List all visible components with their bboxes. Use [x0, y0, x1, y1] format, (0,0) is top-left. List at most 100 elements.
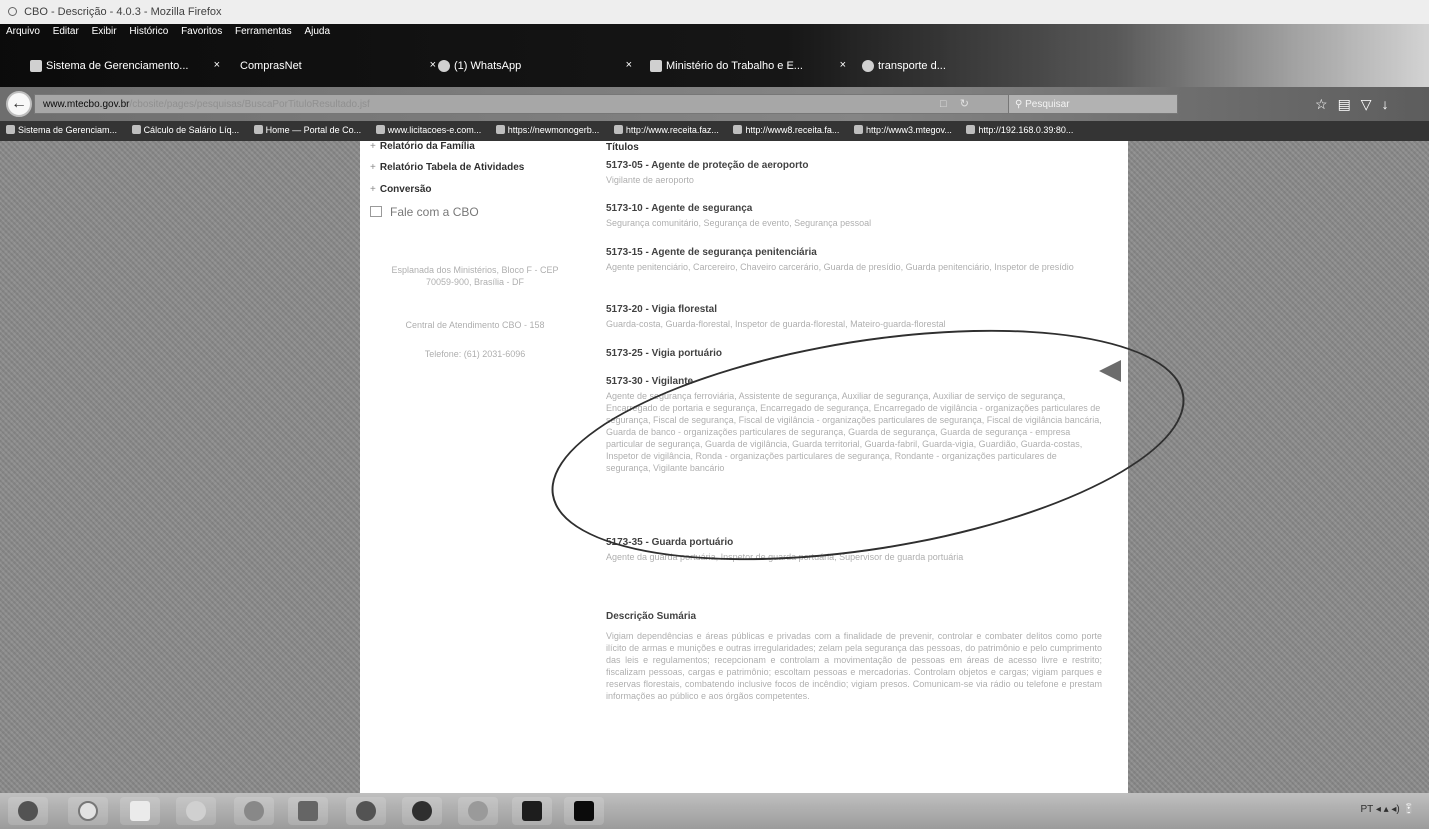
bookmark-favicon-icon [253, 125, 263, 134]
bookmark-favicon-icon [131, 125, 141, 134]
title-name: 5173-25 - Vigia portuário [606, 348, 722, 359]
titulos-heading: Títulos [606, 142, 639, 153]
taskbar-media[interactable] [176, 797, 216, 825]
bookmark-label: http://192.168.0.39:80... [978, 125, 1074, 135]
link-conversao[interactable]: Conversão [370, 184, 432, 195]
menu-arquivo[interactable]: Arquivo [6, 26, 40, 37]
bookmark-label: Sistema de Gerenciam... [18, 125, 118, 135]
folder-icon [130, 801, 150, 821]
phone-text: Telefone: (61) 2031-6096 [424, 349, 526, 359]
cbo-page: Relatório da Família Relatório Tabela de… [360, 141, 1128, 793]
download-icon[interactable]: ↓ [1382, 96, 1399, 112]
bookmark-label: http://www.receita.faz... [625, 125, 719, 135]
menu-editar[interactable]: Editar [53, 26, 79, 37]
taskbar: PT ◂ ▴ ◂) 🔋 [0, 793, 1429, 829]
taskbar-photos[interactable] [512, 797, 552, 825]
taskbar-explorer[interactable] [120, 797, 160, 825]
title-item: 5173-25 - Vigia portuário [606, 348, 1102, 362]
tab-label: Sistema de Gerenciamento... [46, 60, 189, 72]
tab-sistema[interactable]: Sistema de Gerenciamento... × [20, 52, 228, 80]
bookmark-item[interactable]: http://192.168.0.39:80... [966, 125, 1073, 135]
tab-label: ComprasNet [240, 60, 302, 72]
reader-icon[interactable]: □ [940, 98, 947, 110]
tab-label: Ministério do Trabalho e E... [666, 60, 803, 72]
chat-icon [370, 206, 382, 217]
bookmark-label: https://newmonogerb... [507, 125, 600, 135]
bookmark-label: http://www8.receita.fa... [745, 125, 840, 135]
google-icon [862, 60, 874, 72]
left-sidebar: Relatório da Família Relatório Tabela de… [360, 141, 590, 793]
menu-exibir[interactable]: Exibir [92, 26, 117, 37]
bookmark-favicon-icon [853, 125, 863, 134]
fale-com-cbo-link[interactable]: Fale com a CBO [370, 205, 479, 219]
title-item: 5173-30 - Vigilante Agente de segurança … [606, 376, 1102, 474]
title-name: 5173-15 - Agente de segurança penitenciá… [606, 247, 817, 258]
pocket-icon[interactable]: ▽ [1361, 96, 1382, 112]
window-title: CBO - Descrição - 4.0.3 - Mozilla Firefo… [24, 6, 222, 18]
firefox-icon [8, 7, 17, 16]
tab-favicon-icon [650, 60, 662, 72]
bookmark-item[interactable]: www.licitacoes-e.com... [375, 125, 481, 135]
menu-favoritos[interactable]: Favoritos [181, 26, 222, 37]
tab-label: (1) WhatsApp [454, 60, 522, 72]
bookmark-star-icon[interactable]: ☆ [1315, 96, 1338, 112]
close-tab-icon[interactable]: × [626, 59, 632, 71]
link-relatorio-atividades[interactable]: Relatório Tabela de Atividades [370, 162, 524, 173]
menu-bar: Arquivo Editar Exibir Histórico Favorito… [0, 26, 334, 42]
bookmark-item[interactable]: Cálculo de Salário Líq... [131, 125, 239, 135]
bookmark-item[interactable]: Sistema de Gerenciam... [6, 125, 117, 135]
tab-transporte[interactable]: transporte d... [852, 52, 1012, 80]
menu-ferramentas[interactable]: Ferramentas [235, 26, 292, 37]
url-bar[interactable]: www.mtecbo.gov.br/cbosite/pages/pesquisa… [34, 94, 1046, 114]
start-button[interactable] [8, 797, 48, 825]
title-synonyms: Agente de segurança ferroviária, Assiste… [606, 391, 1102, 473]
title-name: 5173-20 - Vigia florestal [606, 304, 717, 315]
bookmark-item[interactable]: http://www8.receita.fa... [733, 125, 839, 135]
chrome-icon [244, 801, 264, 821]
bookmarks-toolbar: Sistema de Gerenciam... Cálculo de Salár… [0, 121, 1429, 141]
menu-historico[interactable]: Histórico [129, 26, 168, 37]
taskbar-spotify[interactable] [402, 797, 442, 825]
bookmark-label: Home — Portal de Co... [265, 125, 362, 135]
system-tray[interactable]: PT ◂ ▴ ◂) 🔋 [1360, 804, 1415, 815]
descricao-sumaria-heading: Descrição Sumária [606, 611, 697, 622]
reload-icon[interactable]: ↻ [960, 98, 969, 110]
pointer-arrow-icon [1099, 360, 1121, 382]
taskbar-app[interactable] [458, 797, 498, 825]
tab-ministerio[interactable]: Ministério do Trabalho e E... × [640, 52, 854, 80]
menu-ajuda[interactable]: Ajuda [304, 26, 330, 37]
bookmark-item[interactable]: http://www.receita.faz... [613, 125, 719, 135]
windows-start-icon [18, 801, 38, 821]
taskbar-outlook[interactable] [288, 797, 328, 825]
bookmark-item[interactable]: Home — Portal de Co... [253, 125, 362, 135]
bookmark-favicon-icon [966, 125, 976, 134]
back-button[interactable]: ← [6, 91, 32, 117]
url-path: /cbosite/pages/pesquisas/BuscaPorTituloR… [129, 99, 370, 110]
close-tab-icon[interactable]: × [840, 59, 846, 71]
bookmark-item[interactable]: https://newmonogerb... [495, 125, 600, 135]
title-synonyms: Vigilante de aeroporto [606, 175, 694, 185]
taskbar-firefox[interactable] [346, 797, 386, 825]
title-name: 5173-30 - Vigilante [606, 376, 694, 387]
search-input[interactable]: ⚲ Pesquisar [1008, 94, 1178, 114]
taskbar-acrobat[interactable] [564, 797, 604, 825]
title-item: 5173-20 - Vigia florestal Guarda-costa, … [606, 304, 1102, 330]
navigation-bar: ← www.mtecbo.gov.br/cbosite/pages/pesqui… [0, 87, 1429, 121]
tab-comprasnet[interactable]: ComprasNet × [214, 52, 444, 80]
link-relatorio-familia[interactable]: Relatório da Família [370, 141, 475, 152]
title-name: 5173-35 - Guarda portuário [606, 537, 734, 548]
taskbar-ie[interactable] [68, 797, 108, 825]
bookmark-favicon-icon [375, 125, 385, 134]
taskbar-chrome[interactable] [234, 797, 274, 825]
title-synonyms: Segurança comunitário, Segurança de even… [606, 218, 872, 228]
tab-whatsapp[interactable]: (1) WhatsApp × [428, 52, 640, 80]
title-synonyms: Agente da guarda portuária, Inspetor de … [606, 552, 964, 562]
bookmark-favicon-icon [6, 125, 15, 134]
bookmark-item[interactable]: http://www3.mtegov... [853, 125, 952, 135]
bookmarks-menu-icon[interactable]: ▤ [1338, 96, 1361, 112]
acrobat-icon [574, 801, 594, 821]
internet-explorer-icon [78, 801, 98, 821]
tab-favicon-icon [30, 60, 42, 72]
url-host: www.mtecbo.gov.br [43, 99, 130, 110]
title-item: 5173-15 - Agente de segurança penitenciá… [606, 247, 1102, 273]
